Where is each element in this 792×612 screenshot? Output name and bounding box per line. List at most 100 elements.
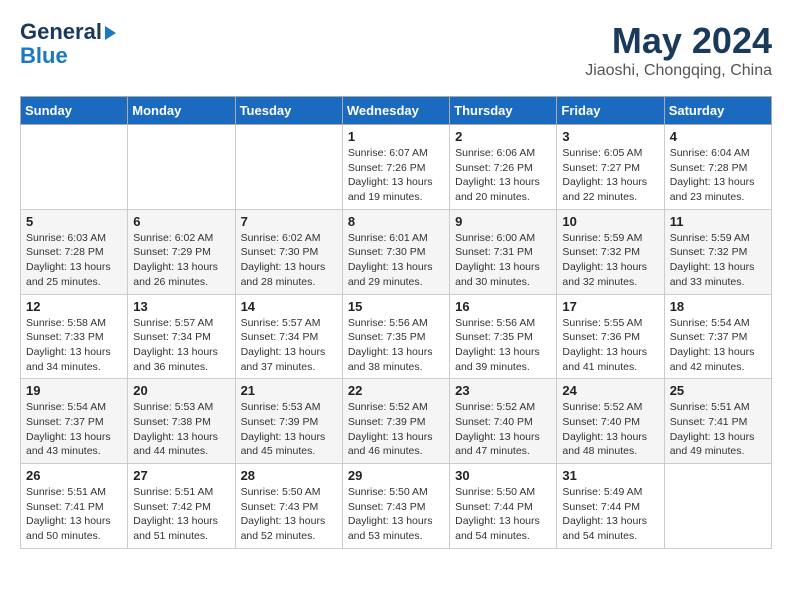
calendar-cell [128,125,235,210]
calendar-cell: 25 Sunrise: 5:51 AM Sunset: 7:41 PM Dayli… [664,379,771,464]
calendar-cell: 31 Sunrise: 5:49 AM Sunset: 7:44 PM Dayli… [557,464,664,549]
day-detail: Sunrise: 5:51 AM Sunset: 7:41 PM Dayligh… [670,400,766,459]
calendar-cell: 30 Sunrise: 5:50 AM Sunset: 7:44 PM Dayli… [450,464,557,549]
day-number: 11 [670,214,766,229]
day-detail: Sunrise: 5:52 AM Sunset: 7:40 PM Dayligh… [562,400,658,459]
calendar-week-row: 1 Sunrise: 6:07 AM Sunset: 7:26 PM Daylig… [21,125,772,210]
calendar-cell: 7Sunrise: 6:02 AM Sunset: 7:30 PM Daylig… [235,209,342,294]
calendar-cell: 6 Sunrise: 6:02 AM Sunset: 7:29 PM Daylig… [128,209,235,294]
calendar-cell [235,125,342,210]
day-detail: Sunrise: 5:58 AM Sunset: 7:33 PM Dayligh… [26,316,122,375]
day-number: 4 [670,129,766,144]
calendar-cell: 13 Sunrise: 5:57 AM Sunset: 7:34 PM Dayli… [128,294,235,379]
day-number: 7 [241,214,337,229]
day-number: 15 [348,299,444,314]
day-detail: Sunrise: 5:56 AM Sunset: 7:35 PM Dayligh… [348,316,444,375]
day-of-week-header: Tuesday [235,97,342,125]
day-detail: Sunrise: 5:52 AM Sunset: 7:39 PM Dayligh… [348,400,444,459]
calendar-cell: 19 Sunrise: 5:54 AM Sunset: 7:37 PM Dayli… [21,379,128,464]
day-number: 23 [455,383,551,398]
day-number: 19 [26,383,122,398]
day-number: 26 [26,468,122,483]
day-number: 1 [348,129,444,144]
day-detail: Sunrise: 5:56 AM Sunset: 7:35 PM Dayligh… [455,316,551,375]
day-number: 9 [455,214,551,229]
day-detail: Sunrise: 6:05 AM Sunset: 7:27 PM Dayligh… [562,146,658,205]
logo-text: General [20,20,116,44]
day-detail: Sunrise: 5:50 AM Sunset: 7:43 PM Dayligh… [241,485,337,544]
day-number: 3 [562,129,658,144]
day-number: 25 [670,383,766,398]
day-detail: Sunrise: 5:59 AM Sunset: 7:32 PM Dayligh… [562,231,658,290]
day-of-week-header: Saturday [664,97,771,125]
day-detail: Sunrise: 6:02 AM Sunset: 7:29 PM Dayligh… [133,231,229,290]
day-number: 24 [562,383,658,398]
day-detail: Sunrise: 6:04 AM Sunset: 7:28 PM Dayligh… [670,146,766,205]
calendar-cell: 10 Sunrise: 5:59 AM Sunset: 7:32 PM Dayli… [557,209,664,294]
day-number: 13 [133,299,229,314]
day-number: 22 [348,383,444,398]
day-detail: Sunrise: 5:57 AM Sunset: 7:34 PM Dayligh… [133,316,229,375]
title-section: May 2024 Jiaoshi, Chongqing, China [585,20,772,80]
day-detail: Sunrise: 5:54 AM Sunset: 7:37 PM Dayligh… [670,316,766,375]
calendar-cell: 11 Sunrise: 5:59 AM Sunset: 7:32 PM Dayli… [664,209,771,294]
calendar-cell [21,125,128,210]
day-number: 21 [241,383,337,398]
day-number: 8 [348,214,444,229]
calendar-week-row: 26Sunrise: 5:51 AM Sunset: 7:41 PM Dayli… [21,464,772,549]
day-detail: Sunrise: 5:57 AM Sunset: 7:34 PM Dayligh… [241,316,337,375]
day-detail: Sunrise: 5:51 AM Sunset: 7:42 PM Dayligh… [133,485,229,544]
day-of-week-header: Wednesday [342,97,449,125]
day-detail: Sunrise: 6:06 AM Sunset: 7:26 PM Dayligh… [455,146,551,205]
day-number: 10 [562,214,658,229]
day-number: 14 [241,299,337,314]
logo-blue: Blue [20,44,116,68]
day-detail: Sunrise: 6:07 AM Sunset: 7:26 PM Dayligh… [348,146,444,205]
day-number: 17 [562,299,658,314]
calendar-cell: 28 Sunrise: 5:50 AM Sunset: 7:43 PM Dayli… [235,464,342,549]
calendar-cell: 20 Sunrise: 5:53 AM Sunset: 7:38 PM Dayli… [128,379,235,464]
calendar: SundayMondayTuesdayWednesdayThursdayFrid… [20,96,772,549]
calendar-cell: 8 Sunrise: 6:01 AM Sunset: 7:30 PM Daylig… [342,209,449,294]
calendar-cell: 27 Sunrise: 5:51 AM Sunset: 7:42 PM Dayli… [128,464,235,549]
day-number: 28 [241,468,337,483]
calendar-week-row: 19 Sunrise: 5:54 AM Sunset: 7:37 PM Dayli… [21,379,772,464]
calendar-cell: 18Sunrise: 5:54 AM Sunset: 7:37 PM Dayli… [664,294,771,379]
day-detail: Sunrise: 5:50 AM Sunset: 7:43 PM Dayligh… [348,485,444,544]
day-detail: Sunrise: 6:01 AM Sunset: 7:30 PM Dayligh… [348,231,444,290]
day-number: 31 [562,468,658,483]
day-detail: Sunrise: 5:55 AM Sunset: 7:36 PM Dayligh… [562,316,658,375]
calendar-cell: 5 Sunrise: 6:03 AM Sunset: 7:28 PM Daylig… [21,209,128,294]
day-detail: Sunrise: 5:53 AM Sunset: 7:38 PM Dayligh… [133,400,229,459]
day-of-week-header: Sunday [21,97,128,125]
calendar-cell: 22 Sunrise: 5:52 AM Sunset: 7:39 PM Dayli… [342,379,449,464]
calendar-cell: 2Sunrise: 6:06 AM Sunset: 7:26 PM Daylig… [450,125,557,210]
day-number: 6 [133,214,229,229]
calendar-cell [664,464,771,549]
day-detail: Sunrise: 5:59 AM Sunset: 7:32 PM Dayligh… [670,231,766,290]
day-detail: Sunrise: 5:52 AM Sunset: 7:40 PM Dayligh… [455,400,551,459]
calendar-cell: 16Sunrise: 5:56 AM Sunset: 7:35 PM Dayli… [450,294,557,379]
location: Jiaoshi, Chongqing, China [585,62,772,80]
day-detail: Sunrise: 5:50 AM Sunset: 7:44 PM Dayligh… [455,485,551,544]
calendar-cell: 15 Sunrise: 5:56 AM Sunset: 7:35 PM Dayli… [342,294,449,379]
day-number: 27 [133,468,229,483]
day-detail: Sunrise: 5:49 AM Sunset: 7:44 PM Dayligh… [562,485,658,544]
day-number: 20 [133,383,229,398]
day-detail: Sunrise: 5:54 AM Sunset: 7:37 PM Dayligh… [26,400,122,459]
calendar-cell: 4 Sunrise: 6:04 AM Sunset: 7:28 PM Daylig… [664,125,771,210]
day-detail: Sunrise: 6:03 AM Sunset: 7:28 PM Dayligh… [26,231,122,290]
calendar-cell: 17 Sunrise: 5:55 AM Sunset: 7:36 PM Dayli… [557,294,664,379]
page-header: General Blue May 2024 Jiaoshi, Chongqing… [20,20,772,80]
calendar-cell: 26Sunrise: 5:51 AM Sunset: 7:41 PM Dayli… [21,464,128,549]
day-number: 29 [348,468,444,483]
day-of-week-header: Monday [128,97,235,125]
calendar-cell: 29 Sunrise: 5:50 AM Sunset: 7:43 PM Dayli… [342,464,449,549]
calendar-week-row: 12Sunrise: 5:58 AM Sunset: 7:33 PM Dayli… [21,294,772,379]
day-of-week-header: Thursday [450,97,557,125]
day-number: 30 [455,468,551,483]
day-number: 5 [26,214,122,229]
calendar-cell: 12Sunrise: 5:58 AM Sunset: 7:33 PM Dayli… [21,294,128,379]
calendar-cell: 1 Sunrise: 6:07 AM Sunset: 7:26 PM Daylig… [342,125,449,210]
calendar-cell: 14 Sunrise: 5:57 AM Sunset: 7:34 PM Dayli… [235,294,342,379]
